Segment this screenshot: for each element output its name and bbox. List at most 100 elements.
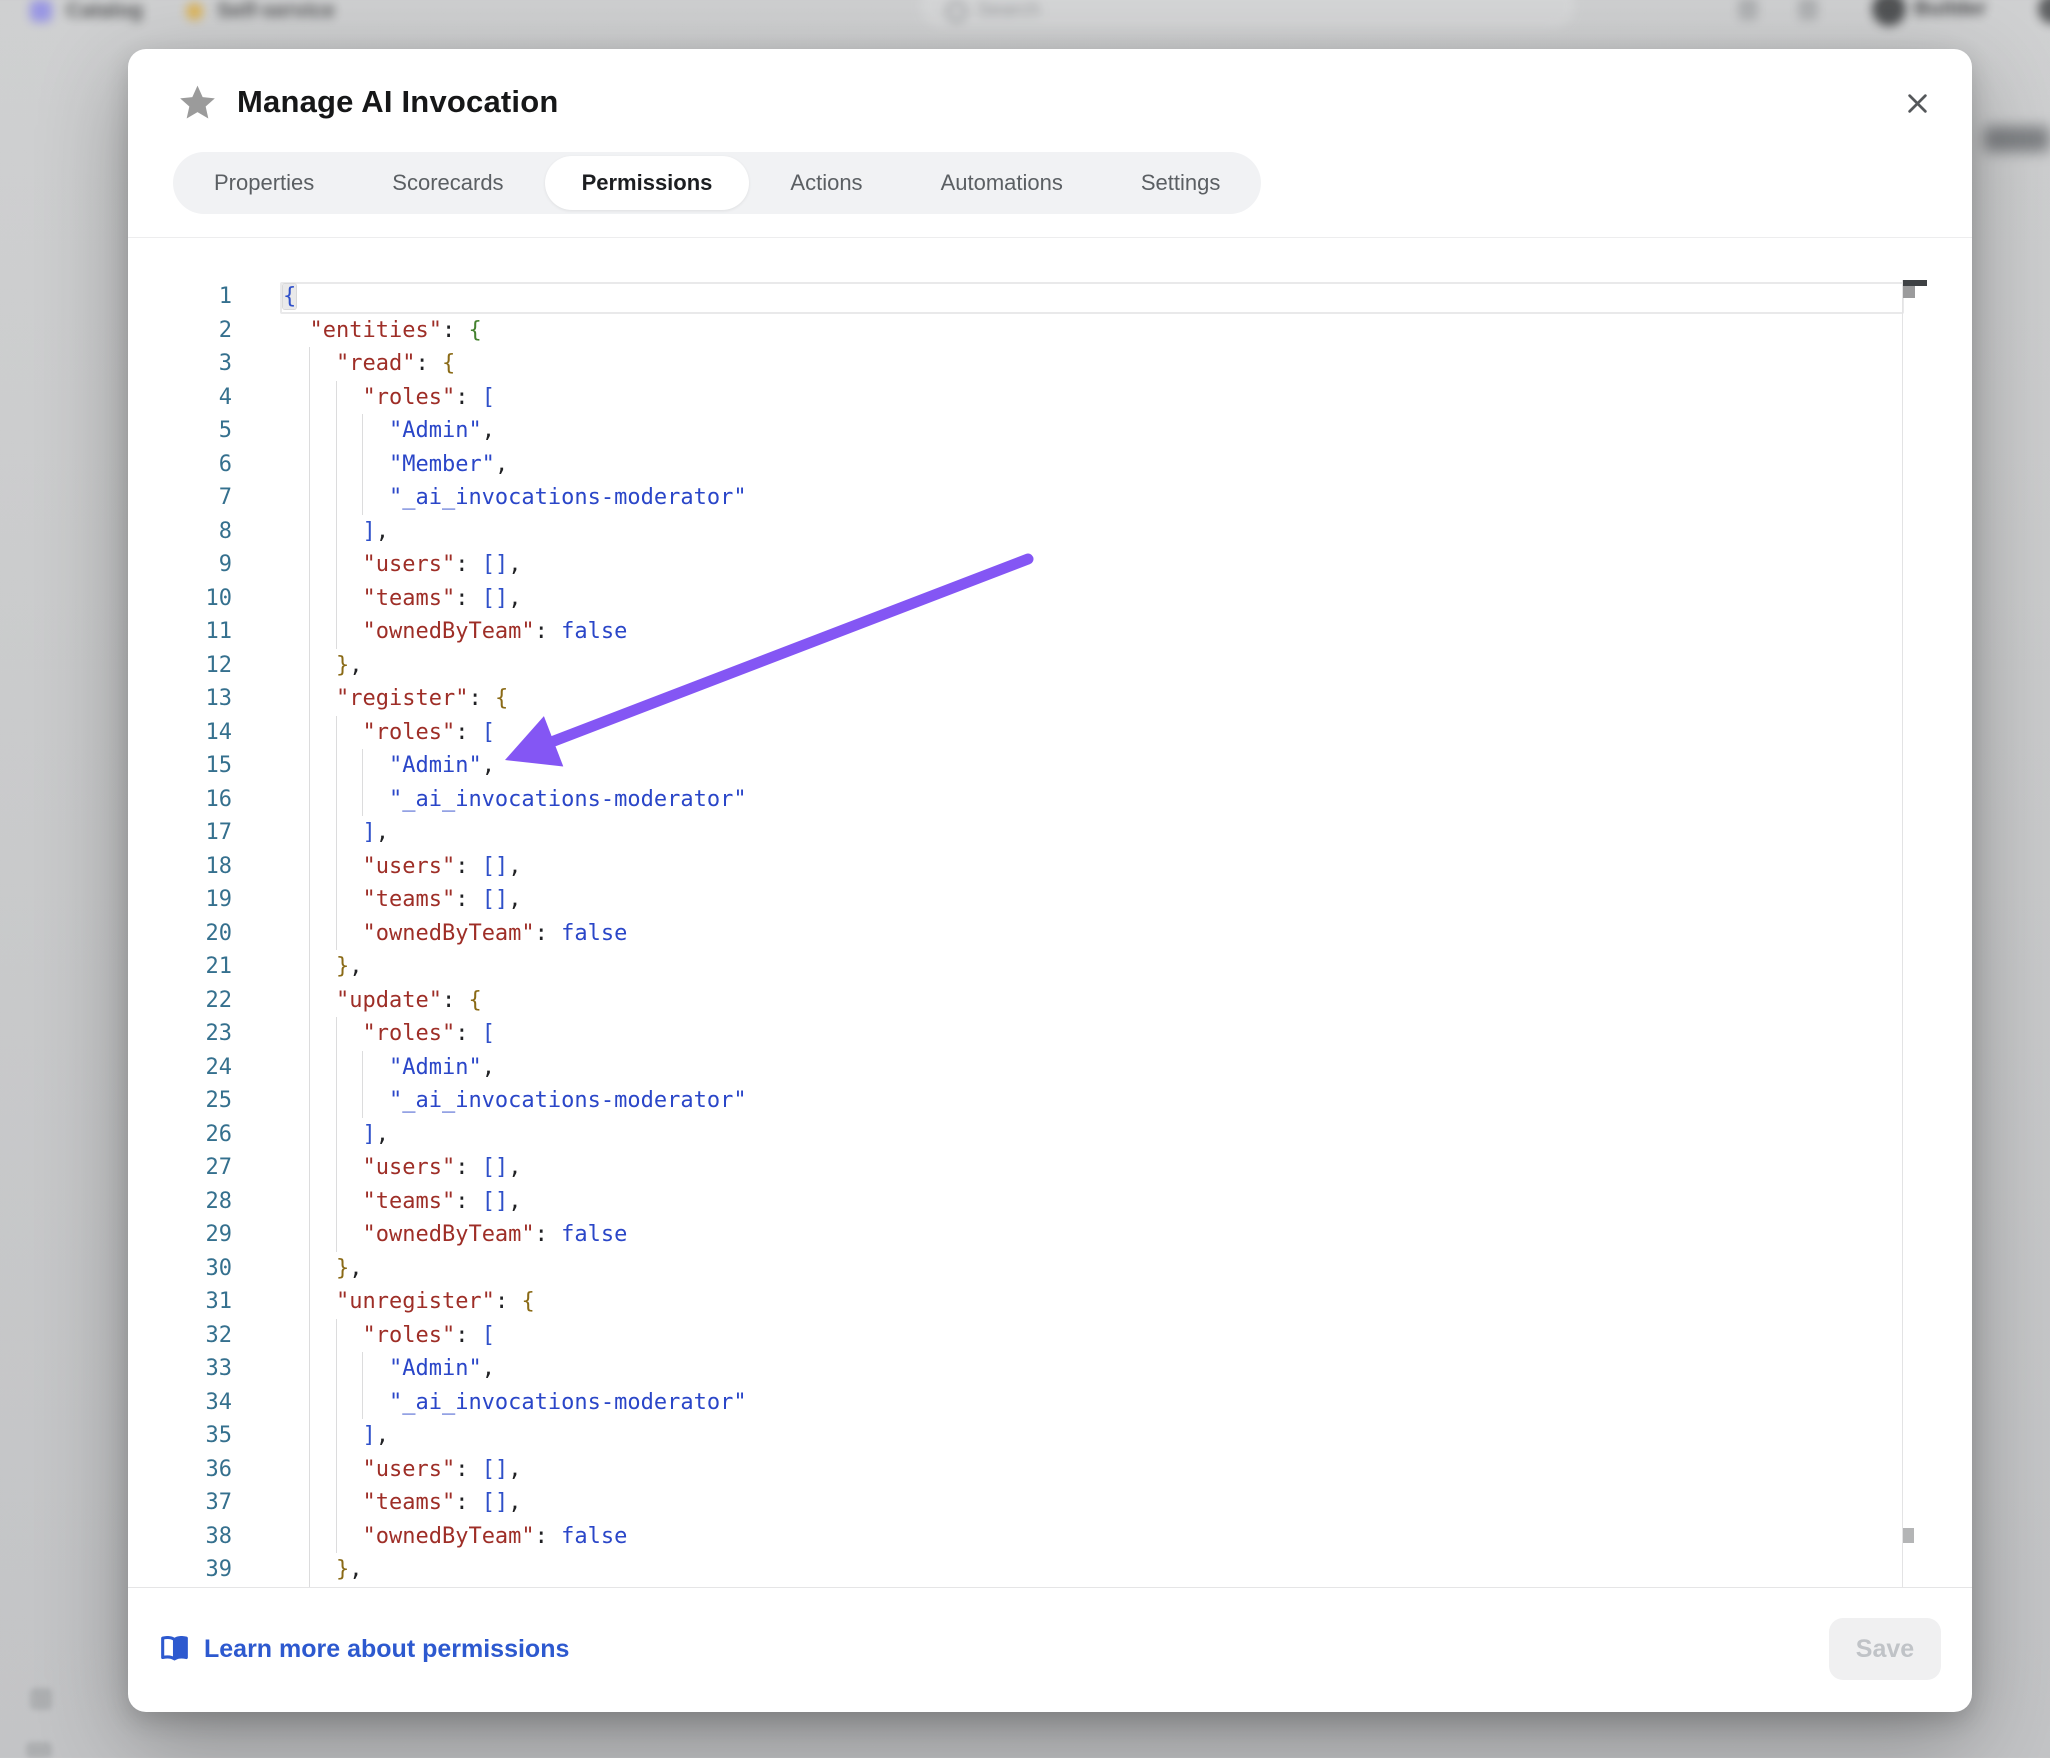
code-content: "users": [],	[283, 1151, 521, 1185]
indent-guide	[309, 1218, 310, 1252]
code-line: 26 ],	[128, 1118, 1972, 1152]
indent-guide	[309, 1151, 310, 1185]
code-content: "entities": {	[283, 314, 482, 348]
code-content: "_ai_invocations-moderator"	[283, 481, 747, 515]
tab-scorecards[interactable]: Scorecards	[355, 156, 540, 210]
code-content: "roles": [	[283, 381, 495, 415]
code-content: "register": {	[283, 682, 508, 716]
line-number: 38	[128, 1520, 232, 1554]
indent-guide	[362, 1051, 363, 1085]
indent-guide	[309, 1419, 310, 1453]
line-number: 15	[128, 749, 232, 783]
line-number: 31	[128, 1285, 232, 1319]
star-icon[interactable]	[177, 83, 218, 123]
scrollbar-thumb-bottom[interactable]	[1903, 1528, 1914, 1543]
code-content: "Admin",	[283, 1352, 495, 1386]
tab-automations[interactable]: Automations	[904, 156, 1100, 210]
code-content: ],	[283, 1118, 389, 1152]
code-content: "ownedByTeam": false	[283, 1218, 627, 1252]
line-number: 6	[128, 448, 232, 482]
close-icon	[1904, 90, 1931, 117]
code-line: 33 "Admin",	[128, 1352, 1972, 1386]
code-line: 39 },	[128, 1553, 1972, 1587]
scrollbar-thumb-top[interactable]	[1903, 286, 1915, 298]
code-line: 4 "roles": [	[128, 381, 1972, 415]
code-content: "_ai_invocations-moderator"	[283, 1386, 747, 1420]
indent-guide	[336, 515, 337, 549]
code-content: "read": {	[283, 347, 455, 381]
code-content: "teams": [],	[283, 582, 521, 616]
tab-settings[interactable]: Settings	[1104, 156, 1258, 210]
code-line: 19 "teams": [],	[128, 883, 1972, 917]
code-line: 12 },	[128, 649, 1972, 683]
indent-guide	[336, 850, 337, 884]
avatar	[2038, 0, 2050, 24]
line-number: 20	[128, 917, 232, 951]
indent-guide	[309, 548, 310, 582]
indent-guide	[336, 1352, 337, 1386]
line-number: 29	[128, 1218, 232, 1252]
code-line: 27 "users": [],	[128, 1151, 1972, 1185]
indent-guide	[336, 1520, 337, 1554]
indent-guide	[336, 917, 337, 951]
code-line: 13 "register": {	[128, 682, 1972, 716]
code-line: 18 "users": [],	[128, 850, 1972, 884]
code-line: 14 "roles": [	[128, 716, 1972, 750]
indent-guide	[309, 1017, 310, 1051]
indent-guide	[336, 1017, 337, 1051]
learn-more-permissions-link[interactable]: Learn more about permissions	[160, 1618, 569, 1680]
line-number: 32	[128, 1319, 232, 1353]
line-number: 10	[128, 582, 232, 616]
background-toolbar-icon	[1798, 0, 1818, 20]
close-button[interactable]	[1894, 80, 1940, 126]
indent-guide	[336, 1151, 337, 1185]
indent-guide	[309, 515, 310, 549]
code-line: 3 "read": {	[128, 347, 1972, 381]
indent-guide	[309, 984, 310, 1018]
code-content: },	[283, 1252, 362, 1286]
line-number: 3	[128, 347, 232, 381]
code-line: 17 ],	[128, 816, 1972, 850]
code-line: 36 "users": [],	[128, 1453, 1972, 1487]
code-content: "ownedByTeam": false	[283, 615, 627, 649]
line-number: 30	[128, 1252, 232, 1286]
indent-guide	[309, 381, 310, 415]
code-content: "users": [],	[283, 548, 521, 582]
code-content: },	[283, 1553, 362, 1587]
indent-guide	[336, 1051, 337, 1085]
manage-ai-invocation-modal: Manage AI Invocation PropertiesScorecard…	[128, 49, 1972, 1712]
indent-guide	[309, 682, 310, 716]
line-number: 37	[128, 1486, 232, 1520]
line-number: 19	[128, 883, 232, 917]
code-content: "roles": [	[283, 1319, 495, 1353]
line-number: 11	[128, 615, 232, 649]
indent-guide	[309, 1185, 310, 1219]
tab-actions[interactable]: Actions	[753, 156, 899, 210]
code-line: 29 "ownedByTeam": false	[128, 1218, 1972, 1252]
indent-guide	[336, 1486, 337, 1520]
code-content: "update": {	[283, 984, 482, 1018]
line-number: 33	[128, 1352, 232, 1386]
header-divider	[128, 237, 1972, 238]
indent-guide	[362, 1352, 363, 1386]
line-number: 13	[128, 682, 232, 716]
line-number: 24	[128, 1051, 232, 1085]
tab-properties[interactable]: Properties	[177, 156, 351, 210]
save-button[interactable]: Save	[1829, 1618, 1941, 1680]
code-content: ],	[283, 515, 389, 549]
background-sidebar-icon	[30, 1688, 52, 1710]
code-line: 16 "_ai_invocations-moderator"	[128, 783, 1972, 817]
indent-guide	[336, 414, 337, 448]
tab-permissions[interactable]: Permissions	[545, 156, 750, 210]
json-permissions-editor[interactable]: 1{2 "entities": {3 "read": {4 "roles": […	[128, 280, 1972, 1587]
line-number: 2	[128, 314, 232, 348]
indent-guide	[309, 716, 310, 750]
code-line: 30 },	[128, 1252, 1972, 1286]
line-number: 18	[128, 850, 232, 884]
editor-scrollbar[interactable]	[1902, 280, 1927, 1587]
code-content: },	[283, 950, 362, 984]
background-user-label: Builder	[1914, 0, 1986, 21]
line-number: 25	[128, 1084, 232, 1118]
self-service-icon	[186, 3, 203, 20]
modal-header: Manage AI Invocation	[128, 49, 1972, 157]
